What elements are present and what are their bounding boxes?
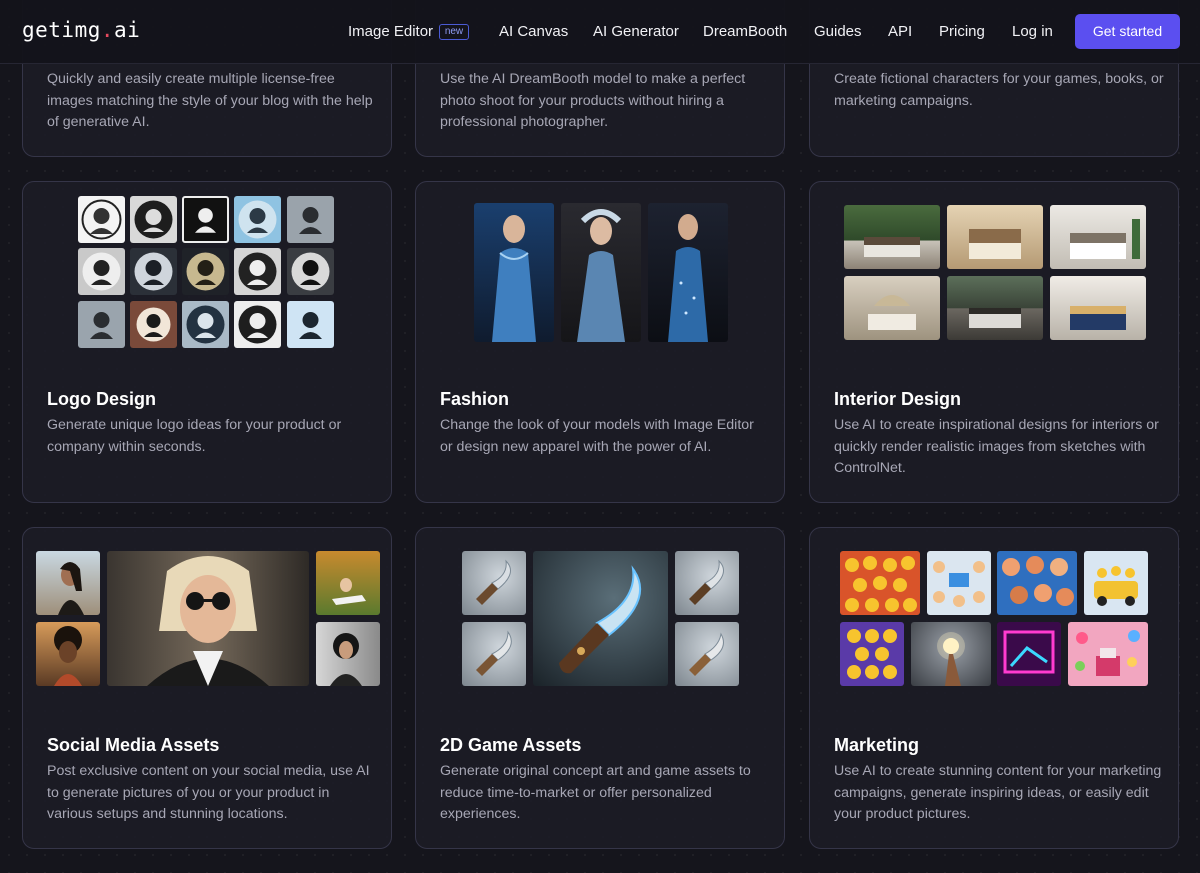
logo-thumbnail	[78, 248, 125, 295]
social-photo	[316, 622, 380, 686]
logo-thumbnail	[78, 301, 125, 348]
top-navigation: getimg.ai Image Editor new AI Canvas AI …	[0, 0, 1200, 64]
marketing-image	[1084, 551, 1148, 615]
card-title: Logo Design	[47, 389, 156, 409]
interior-image	[947, 205, 1043, 269]
fashion-model-image	[648, 203, 728, 342]
card-description: Use AI to create inspirational designs f…	[834, 417, 1159, 476]
nav-link-image-editor[interactable]: Image Editor	[348, 23, 433, 40]
card-description: Use AI to create stunning content for yo…	[834, 763, 1162, 822]
nav-link-api[interactable]: API	[888, 23, 912, 40]
feature-card-marketing[interactable]: Marketing Use AI to create stunning cont…	[809, 527, 1179, 849]
interior-image	[1050, 205, 1146, 269]
logo-thumbnail	[182, 301, 229, 348]
nav-link-ai-generator[interactable]: AI Generator	[593, 23, 679, 40]
feature-card-logo-design[interactable]: Logo Design Generate unique logo ideas f…	[22, 181, 392, 503]
card-title: 2D Game Assets	[440, 735, 582, 755]
card-title: Interior Design	[834, 389, 962, 409]
card-description: Create fictional characters for your gam…	[834, 71, 1164, 109]
logo-dot: .	[100, 18, 115, 42]
logo-thumbnail	[78, 196, 125, 243]
site-logo[interactable]: getimg.ai	[22, 18, 140, 42]
new-badge: new	[439, 24, 469, 40]
interior-image	[947, 276, 1043, 340]
marketing-image	[911, 622, 991, 686]
game-asset-image	[462, 551, 526, 615]
logo-thumbnail	[130, 196, 177, 243]
game-asset-image	[462, 622, 526, 686]
social-photo	[316, 551, 380, 615]
logo-main-text: getimg	[22, 18, 101, 42]
feature-card-fashion[interactable]: Fashion Change the look of your models w…	[415, 181, 785, 503]
feature-card-social-media-assets[interactable]: Social Media Assets Post exclusive conte…	[22, 527, 392, 849]
logo-thumbnail	[130, 301, 177, 348]
fashion-model-image	[561, 203, 641, 342]
card-description: Generate original concept art and game a…	[440, 763, 751, 822]
interior-image	[844, 205, 940, 269]
card-description: Post exclusive content on your social me…	[47, 763, 370, 822]
get-started-button[interactable]: Get started	[1075, 14, 1180, 49]
card-title: Marketing	[834, 735, 920, 755]
feature-card-2d-game-assets[interactable]: 2D Game Assets Generate original concept…	[415, 527, 785, 849]
logo-thumbnail	[287, 196, 334, 243]
card-title: Fashion	[440, 389, 510, 409]
card-description: Use the AI DreamBooth model to make a pe…	[440, 71, 746, 130]
logo-thumbnail	[130, 248, 177, 295]
nav-link-guides[interactable]: Guides	[814, 23, 862, 40]
marketing-image	[840, 551, 920, 615]
card-title: Social Media Assets	[47, 735, 220, 755]
fashion-model-image	[474, 203, 554, 342]
interior-image	[1050, 276, 1146, 340]
game-asset-image	[675, 551, 739, 615]
marketing-image	[1068, 622, 1148, 686]
logo-thumbnail	[234, 196, 281, 243]
logo-thumbnail	[234, 301, 281, 348]
social-photo	[36, 551, 100, 615]
feature-card-interior-design[interactable]: Interior Design Use AI to create inspira…	[809, 181, 1179, 503]
marketing-image	[997, 551, 1077, 615]
card-description: Quickly and easily create multiple licen…	[47, 71, 373, 130]
nav-link-login[interactable]: Log in	[1012, 23, 1053, 40]
nav-link-pricing[interactable]: Pricing	[939, 23, 985, 40]
card-description: Generate unique logo ideas for your prod…	[47, 417, 342, 455]
card-description: Change the look of your models with Imag…	[440, 417, 754, 455]
logo-thumbnail	[287, 248, 334, 295]
game-asset-image	[675, 622, 739, 686]
logo-ext-text: ai	[114, 18, 141, 42]
social-hero-photo	[107, 551, 309, 686]
social-photo	[36, 622, 100, 686]
logo-thumbnail	[234, 248, 281, 295]
nav-link-ai-canvas[interactable]: AI Canvas	[499, 23, 568, 40]
logo-thumbnail	[182, 248, 229, 295]
logo-thumbnail	[182, 196, 229, 243]
interior-image	[844, 276, 940, 340]
game-asset-hero-image	[533, 551, 668, 686]
marketing-image	[927, 551, 991, 615]
marketing-image	[840, 622, 904, 686]
logo-thumbnail	[287, 301, 334, 348]
marketing-image	[997, 622, 1061, 686]
nav-link-dreambooth[interactable]: DreamBooth	[703, 23, 787, 40]
